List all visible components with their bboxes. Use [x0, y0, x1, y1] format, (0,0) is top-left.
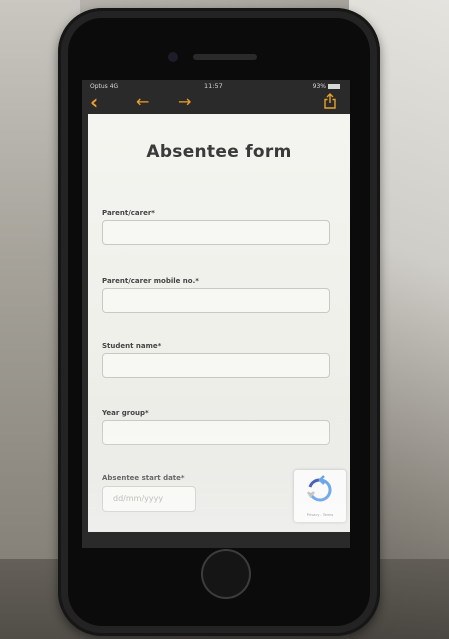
share-icon: [324, 93, 336, 109]
year-group-label: Year group*: [102, 409, 149, 417]
year-group-input[interactable]: [102, 420, 330, 445]
battery-percent: 93%: [312, 83, 326, 90]
carrier-label: Optus 4G: [90, 83, 119, 90]
student-name-input[interactable]: [102, 353, 330, 378]
date-placeholder: dd/mm/yyyy: [113, 494, 164, 503]
back-button[interactable]: ‹: [90, 92, 98, 112]
home-button[interactable]: [201, 549, 251, 599]
phone-screen: Optus 4G 11:57 93% ‹ ← → Absentee form P…: [82, 80, 350, 548]
page-title: Absentee form: [146, 142, 292, 162]
battery-icon: [328, 84, 340, 89]
chevron-left-icon: ‹: [90, 90, 99, 114]
front-camera: [168, 52, 178, 62]
absentee-start-date-label: Absentee start date*: [102, 474, 185, 482]
parent-carer-label: Parent/carer*: [102, 209, 155, 217]
earpiece-speaker: [193, 54, 257, 60]
parent-mobile-label: Parent/carer mobile no.*: [102, 277, 199, 285]
arrow-left-icon: ←: [136, 92, 150, 111]
parent-carer-input[interactable]: [102, 220, 330, 245]
web-page: Absentee form Parent/carer* Parent/carer…: [88, 114, 350, 532]
absentee-start-date-input[interactable]: dd/mm/yyyy: [102, 486, 196, 512]
recaptcha-badge[interactable]: Privacy - Terms: [294, 470, 346, 522]
share-button[interactable]: [324, 93, 336, 109]
student-name-label: Student name*: [102, 342, 162, 350]
clock: 11:57: [204, 82, 223, 90]
browser-toolbar: ‹ ← →: [82, 92, 350, 114]
recaptcha-icon: [306, 475, 332, 502]
recaptcha-links: Privacy - Terms: [306, 513, 334, 517]
battery-indicator: 93%: [313, 83, 340, 90]
parent-mobile-input[interactable]: [102, 288, 330, 313]
page-back-button[interactable]: ←: [136, 92, 149, 112]
arrow-right-icon: →: [178, 92, 192, 111]
page-forward-button[interactable]: →: [178, 92, 191, 112]
